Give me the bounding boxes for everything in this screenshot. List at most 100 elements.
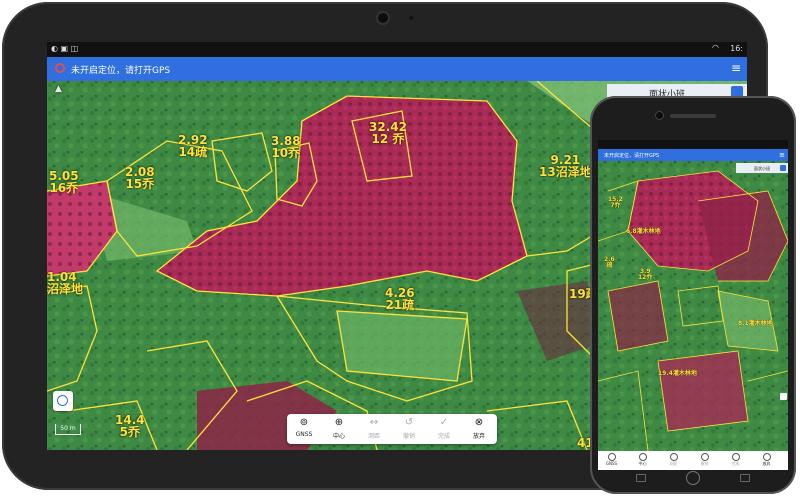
phone-parcel-label-q2[interactable]: 6.8灌木林地 [626, 229, 661, 235]
phone-parcel-label-q6[interactable]: 8.1灌木林地 [738, 321, 773, 327]
status-time: 16: [730, 44, 743, 53]
center-button[interactable]: ⊕ 中心 [322, 414, 356, 444]
parcel-code: 7乔 [610, 202, 621, 209]
close-icon: ⊗ [474, 417, 484, 428]
status-bar: ◐ ▣ ◫ ◠ 16: [47, 42, 747, 57]
phone-map-imagery[interactable] [598, 161, 788, 451]
tool-label: 中心 [332, 433, 345, 440]
map-toolbar: ⊚ GNSS ⊕ 中心 ↔ 测距 ↺ 撤销 ✓ 完成 ⊗ 放弃 [287, 414, 497, 444]
undo-icon: ↺ [404, 417, 414, 428]
phone-camera [656, 112, 663, 119]
parcel-label-p3[interactable]: 3.88 10乔 [271, 135, 301, 159]
app-bar: 未开启定位，请打开GPS ≡ [47, 57, 747, 81]
undo-button[interactable]: ↺ 撤销 [392, 414, 426, 444]
undo-icon [700, 453, 709, 461]
phone-parcel-label-q4[interactable]: 2.6 疏 [604, 257, 615, 269]
phone-locate-button[interactable] [780, 393, 787, 400]
status-left-icons: ◐ ▣ ◫ [51, 44, 79, 53]
phone-parcel-label-q5[interactable]: 19.4灌木林地 [658, 371, 697, 377]
parcel-code: 15乔 [125, 177, 155, 191]
parcel-code: 灌木林地 [636, 228, 661, 235]
gnss-button[interactable]: ⊚ GNSS [287, 414, 321, 444]
measure-button[interactable]: ↔ 测距 [357, 414, 391, 444]
parcel-label-p7[interactable]: 1.04 沼泽地 [47, 271, 83, 295]
parcel-area: 19.4 [658, 370, 673, 377]
tool-label: 测距 [669, 461, 678, 466]
tool-label: 撤销 [402, 433, 415, 440]
phone-toolbar: GNSS 中心 测距 撤销 完成 放弃 [598, 451, 788, 470]
tool-label: GNSS [605, 461, 618, 466]
parcel-code: 沼泽地 [47, 282, 84, 296]
phone-status-bar [598, 140, 788, 149]
locate-button[interactable] [53, 391, 73, 411]
north-arrow-icon[interactable]: ▲ [55, 84, 62, 94]
crosshair-icon [638, 453, 647, 461]
phone-layer-icon [780, 165, 786, 171]
location-off-icon [55, 63, 65, 73]
finish-button[interactable]: ✓ 完成 [427, 414, 461, 444]
phone-home-button[interactable] [686, 471, 700, 485]
parcel-area: 19 [569, 287, 586, 301]
phone-undo-button[interactable]: 撤销 [693, 453, 716, 467]
phone-gps-warning-text[interactable]: 未开启定位，请打开GPS [604, 152, 659, 159]
phone-measure-button[interactable]: 测距 [662, 453, 685, 467]
check-icon: ✓ [439, 417, 449, 428]
close-icon [762, 453, 771, 461]
parcel-label-p2[interactable]: 2.92 14疏 [178, 134, 208, 158]
parcel-label-p5[interactable]: 5.05 16乔 [49, 170, 79, 194]
check-icon [731, 453, 740, 461]
parcel-area: 6.8 [626, 228, 637, 235]
ruler-icon [669, 453, 678, 461]
phone-finish-button[interactable]: 完成 [724, 453, 747, 467]
phone-app-bar: 未开启定位，请打开GPS ≡ [598, 149, 788, 161]
parcel-code: 12乔 [638, 274, 653, 281]
tablet-sensor [409, 16, 413, 20]
parcel-label-p8[interactable]: 4.26 21疏 [385, 287, 415, 311]
phone-gnss-button[interactable]: GNSS [600, 453, 623, 466]
parcel-code: 14疏 [178, 145, 208, 159]
satellite-icon: ⊚ [299, 417, 309, 428]
menu-icon[interactable]: ≡ [731, 61, 741, 75]
ruler-icon: ↔ [369, 417, 379, 428]
phone-screen: 未开启定位，请打开GPS ≡ 15.2 7乔 6.8灌木林地 3.9 12乔 2… [598, 140, 788, 470]
parcel-code: 5乔 [119, 425, 140, 439]
parcel-code: 疏 [606, 262, 613, 269]
tool-label: 放弃 [762, 461, 771, 466]
parcel-code: 12 乔 [371, 132, 405, 146]
parcel-area: 8.1 [738, 320, 749, 327]
tool-label: 完成 [731, 461, 740, 466]
phone-menu-icon[interactable]: ≡ [779, 151, 785, 159]
tablet-camera [378, 13, 388, 23]
parcel-code: 灌木林地 [672, 370, 697, 377]
phone-center-button[interactable]: 中心 [631, 453, 654, 467]
wifi-icon: ◠ [712, 43, 719, 52]
parcel-code: 13沼泽地 [539, 165, 592, 179]
parcel-label-p10[interactable]: 14.4 5乔 [115, 414, 145, 438]
scale-text: 50 m [60, 425, 76, 432]
phone-parcel-label-q1[interactable]: 15.2 7乔 [608, 197, 623, 209]
parcel-code: 灌木林地 [748, 320, 773, 327]
crosshair-icon: ⊕ [334, 417, 344, 428]
tool-label: 放弃 [472, 433, 485, 440]
phone-parcel-label-q3[interactable]: 3.9 12乔 [638, 269, 652, 281]
parcel-label-p1[interactable]: 32.42 12 乔 [369, 121, 407, 145]
parcel-label-p4[interactable]: 2.08 15乔 [125, 166, 155, 190]
abandon-button[interactable]: ⊗ 放弃 [462, 414, 496, 444]
tool-label: 中心 [638, 461, 647, 466]
tool-label: 测距 [367, 433, 380, 440]
phone-abandon-button[interactable]: 放弃 [755, 453, 778, 467]
phone-device: 未开启定位，请打开GPS ≡ 15.2 7乔 6.8灌木林地 3.9 12乔 2… [590, 96, 796, 494]
tool-label: 撤销 [700, 461, 709, 466]
satellite-icon [607, 453, 616, 461]
gps-warning-text[interactable]: 未开启定位，请打开GPS [71, 63, 170, 76]
parcel-code: 10乔 [271, 146, 301, 160]
phone-layer-panel-label: 面状小班 [754, 166, 770, 171]
parcel-label-p6[interactable]: 9.21 13沼泽地 [539, 154, 592, 178]
parcel-code: 16乔 [49, 181, 79, 195]
phone-back-button[interactable] [636, 474, 646, 482]
parcel-code: 21疏 [385, 298, 415, 312]
tool-label: 完成 [437, 433, 450, 440]
phone-satellite-map[interactable]: 15.2 7乔 6.8灌木林地 3.9 12乔 2.6 疏 19.4灌木林地 8.1灌… [598, 161, 788, 451]
phone-layer-panel[interactable]: 面状小班 [736, 163, 788, 173]
phone-menu-button[interactable] [740, 474, 750, 482]
